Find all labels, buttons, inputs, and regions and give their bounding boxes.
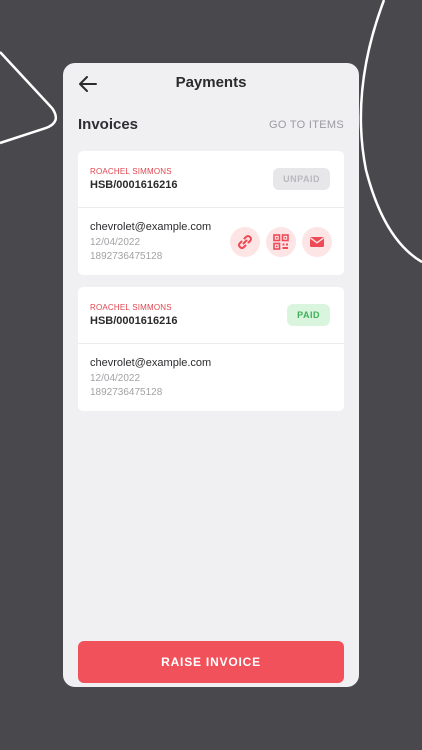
invoice-date: 12/04/2022 — [90, 373, 141, 384]
client-phone: 1892736475128 — [90, 251, 163, 262]
qr-code-icon — [273, 234, 289, 250]
invoice-number: HSB/0001616216 — [90, 315, 178, 327]
status-badge: PAID — [287, 304, 330, 326]
link-icon — [238, 235, 252, 249]
raise-invoice-button[interactable]: RAISE INVOICE — [78, 641, 344, 683]
page-title: Payments — [175, 74, 247, 91]
top-bar: Payments — [63, 63, 359, 103]
client-phone: 1892736475128 — [90, 387, 163, 398]
mail-icon — [310, 237, 324, 247]
invoice-date: 12/04/2022 — [90, 237, 141, 248]
go-to-items-link[interactable]: GO TO ITEMS — [269, 119, 344, 131]
app-screen: Payments Invoices GO TO ITEMS ROACHEL SI… — [63, 63, 359, 687]
send-email-button[interactable] — [302, 227, 332, 257]
qr-code-button[interactable] — [266, 227, 296, 257]
invoice-card-header: ROACHEL SIMMONS HSB/0001616216 PAID — [78, 287, 344, 344]
invoice-card[interactable]: ROACHEL SIMMONS HSB/0001616216 PAID chev… — [78, 287, 344, 411]
section-header: Invoices GO TO ITEMS — [78, 116, 344, 138]
client-name: ROACHEL SIMMONS — [90, 303, 172, 312]
section-title: Invoices — [78, 116, 139, 133]
invoice-card-header: ROACHEL SIMMONS HSB/0001616216 UNPAID — [78, 151, 344, 208]
copy-link-button[interactable] — [230, 227, 260, 257]
status-badge: UNPAID — [273, 168, 330, 190]
invoice-number: HSB/0001616216 — [90, 179, 178, 191]
invoice-card[interactable]: ROACHEL SIMMONS HSB/0001616216 UNPAID ch… — [78, 151, 344, 275]
client-name: ROACHEL SIMMONS — [90, 167, 172, 176]
client-email: chevrolet@example.com — [90, 221, 212, 233]
client-email: chevrolet@example.com — [90, 357, 212, 369]
